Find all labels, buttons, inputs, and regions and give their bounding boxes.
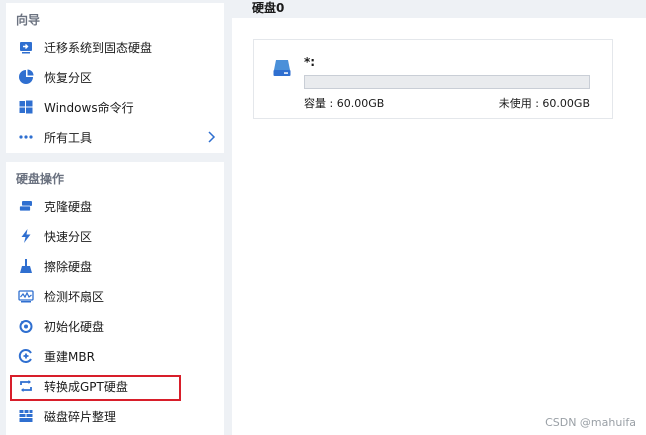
clone-disk-icon xyxy=(18,198,34,214)
sidebar-item-label: 快速分区 xyxy=(44,229,93,244)
sidebar-item-defrag[interactable]: 磁盘碎片整理 xyxy=(6,401,224,431)
migrate-os-icon xyxy=(18,39,34,55)
sidebar-item-all-tools[interactable]: 所有工具 xyxy=(6,122,224,152)
unused-label: 未使用 : 60.00GB xyxy=(498,97,590,110)
bad-sector-icon xyxy=(18,288,34,304)
disk-usage-bar xyxy=(304,75,590,89)
guide-section-title: 向导 xyxy=(16,13,41,27)
main-header: 硬盘0 xyxy=(232,0,646,18)
sidebar-item-clone-disk[interactable]: 克隆硬盘 xyxy=(6,191,224,221)
main-panel: 硬盘0 *: 容量 : 60.00GB 未使用 : 60.00GB CSDN @… xyxy=(232,0,646,435)
sidebar-item-label: Windows命令行 xyxy=(44,100,134,115)
sidebar-item-quick-partition[interactable]: 快速分区 xyxy=(6,221,224,251)
windows-icon xyxy=(18,99,34,115)
sidebar-item-windows-cmd[interactable]: Windows命令行 xyxy=(6,92,224,122)
hard-disk-icon xyxy=(272,58,292,81)
sidebar-item-label: 克隆硬盘 xyxy=(44,199,93,214)
disk-ops-section-title: 硬盘操作 xyxy=(16,172,65,186)
watermark: CSDN @mahuifa xyxy=(545,416,636,429)
capacity-row: 容量 : 60.00GB 未使用 : 60.00GB xyxy=(304,95,590,111)
highlight-box xyxy=(10,375,181,401)
guide-panel: 向导 迁移系统到固态硬盘 恢复分区 Windows命令行 所有工具 xyxy=(6,3,224,153)
disk-card[interactable]: *: 容量 : 60.00GB 未使用 : 60.00GB xyxy=(253,39,613,119)
sidebar-item-label: 所有工具 xyxy=(44,130,93,145)
page-title: 硬盘0 xyxy=(252,1,285,15)
rebuild-mbr-icon xyxy=(18,348,34,364)
more-dots-icon xyxy=(18,129,34,145)
sidebar-item-migrate-os[interactable]: 迁移系统到固态硬盘 xyxy=(6,32,224,62)
lightning-icon xyxy=(18,228,34,244)
sidebar-item-label: 磁盘碎片整理 xyxy=(44,409,117,424)
sidebar-item-label: 重建MBR xyxy=(44,349,95,364)
defrag-icon xyxy=(18,408,34,424)
sidebar-item-label: 检测坏扇区 xyxy=(44,289,105,304)
broom-icon xyxy=(18,258,34,274)
sidebar-item-label: 恢复分区 xyxy=(44,70,93,85)
sidebar-item-label: 迁移系统到固态硬盘 xyxy=(44,40,153,55)
capacity-label: 容量 : 60.00GB xyxy=(304,97,385,110)
initialize-icon xyxy=(18,318,34,334)
recover-partition-icon xyxy=(18,69,34,85)
chevron-right-icon xyxy=(206,130,216,147)
sidebar-item-rebuild-mbr[interactable]: 重建MBR xyxy=(6,341,224,371)
sidebar-item-label: 擦除硬盘 xyxy=(44,259,93,274)
sidebar-item-label: 初始化硬盘 xyxy=(44,319,105,334)
sidebar: 向导 迁移系统到固态硬盘 恢复分区 Windows命令行 所有工具 硬盘操作 克… xyxy=(0,0,232,435)
sidebar-item-recover-partition[interactable]: 恢复分区 xyxy=(6,62,224,92)
sidebar-item-wipe-disk[interactable]: 擦除硬盘 xyxy=(6,251,224,281)
sidebar-item-initialize-disk[interactable]: 初始化硬盘 xyxy=(6,311,224,341)
sidebar-item-check-bad-sectors[interactable]: 检测坏扇区 xyxy=(6,281,224,311)
disk-name: *: xyxy=(304,55,316,69)
